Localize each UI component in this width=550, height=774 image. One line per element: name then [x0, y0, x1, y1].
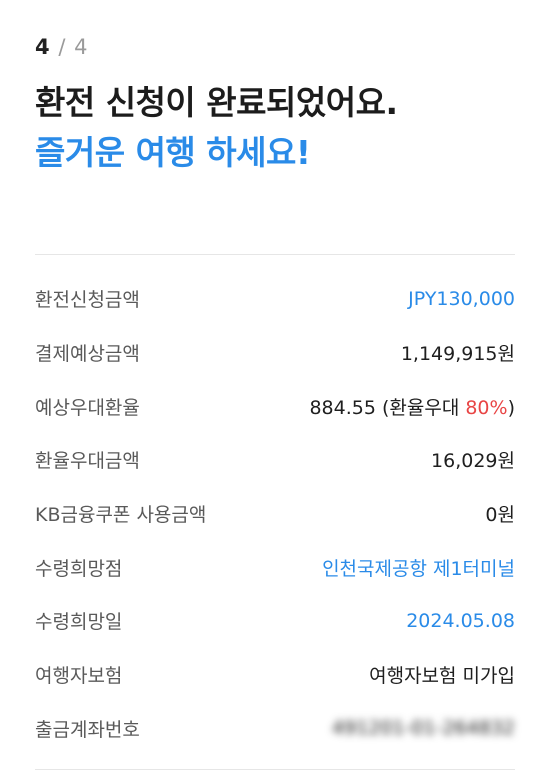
step-separator: /: [58, 35, 67, 59]
pickup-location-label: 수령희망점: [35, 557, 123, 580]
pickup-date-value: 2024.05.08: [406, 609, 515, 632]
preferential-amount-value: 16,029원: [431, 450, 515, 473]
coupon-amount-value: 0원: [485, 504, 515, 527]
row-pickup-location: 수령희망점 인천국제공항 제1터미널: [35, 540, 515, 594]
pickup-date-label: 수령희망일: [35, 611, 123, 634]
step-indicator: 4 / 4: [35, 34, 88, 60]
row-pickup-date: 수령희망일 2024.05.08: [35, 594, 515, 648]
row-expected-payment: 결제예상금액 1,149,915원: [35, 326, 515, 380]
divider-bottom: [35, 769, 515, 770]
row-account-number: 출금계좌번호 491201-01-264832: [35, 702, 515, 756]
preferential-rate-label: 예상우대환율: [35, 396, 140, 419]
row-coupon-amount: KB금융쿠폰 사용금액 0원: [35, 487, 515, 541]
step-current: 4: [35, 35, 51, 59]
headline-enjoy-trip: 즐거운 여행 하세요!: [35, 133, 311, 172]
row-preferential-rate: 예상우대환율 884.55 (환율우대 80%): [35, 379, 515, 433]
row-request-amount: 환전신청금액 JPY130,000: [35, 272, 515, 326]
rate-paren-open: (환율우대: [375, 396, 466, 419]
expected-payment-label: 결제예상금액: [35, 343, 140, 366]
rate-paren-close: ): [507, 396, 515, 419]
request-amount-label: 환전신청금액: [35, 289, 140, 312]
insurance-value: 여행자보험 미가입: [369, 665, 515, 688]
request-amount-value: JPY130,000: [408, 287, 515, 310]
divider-top: [35, 254, 515, 255]
preferential-amount-label: 환율우대금액: [35, 450, 140, 473]
completion-headline: 환전 신청이 완료되었어요. 즐거운 여행 하세요!: [35, 78, 398, 178]
preferential-rate-value: 884.55 (환율우대 80%): [309, 393, 515, 420]
exchange-details-list: 환전신청금액 JPY130,000 결제예상금액 1,149,915원 예상우대…: [35, 272, 515, 755]
pickup-location-value: 인천국제공항 제1터미널: [322, 557, 515, 580]
account-number-value: 491201-01-264832: [332, 717, 515, 740]
insurance-label: 여행자보험: [35, 665, 123, 688]
coupon-amount-label: KB금융쿠폰 사용금액: [35, 504, 207, 527]
row-preferential-amount: 환율우대금액 16,029원: [35, 433, 515, 487]
account-number-label: 출금계좌번호: [35, 718, 140, 741]
row-insurance: 여행자보험 여행자보험 미가입: [35, 648, 515, 702]
step-total: 4: [74, 35, 89, 59]
rate-percent: 80%: [465, 396, 508, 419]
expected-payment-value: 1,149,915원: [400, 343, 515, 366]
rate-number: 884.55: [309, 396, 376, 419]
exchange-complete-page: 4 / 4 환전 신청이 완료되었어요. 즐거운 여행 하세요! 환전신청금액 …: [0, 0, 550, 774]
headline-completed: 환전 신청이 완료되었어요.: [35, 83, 398, 122]
